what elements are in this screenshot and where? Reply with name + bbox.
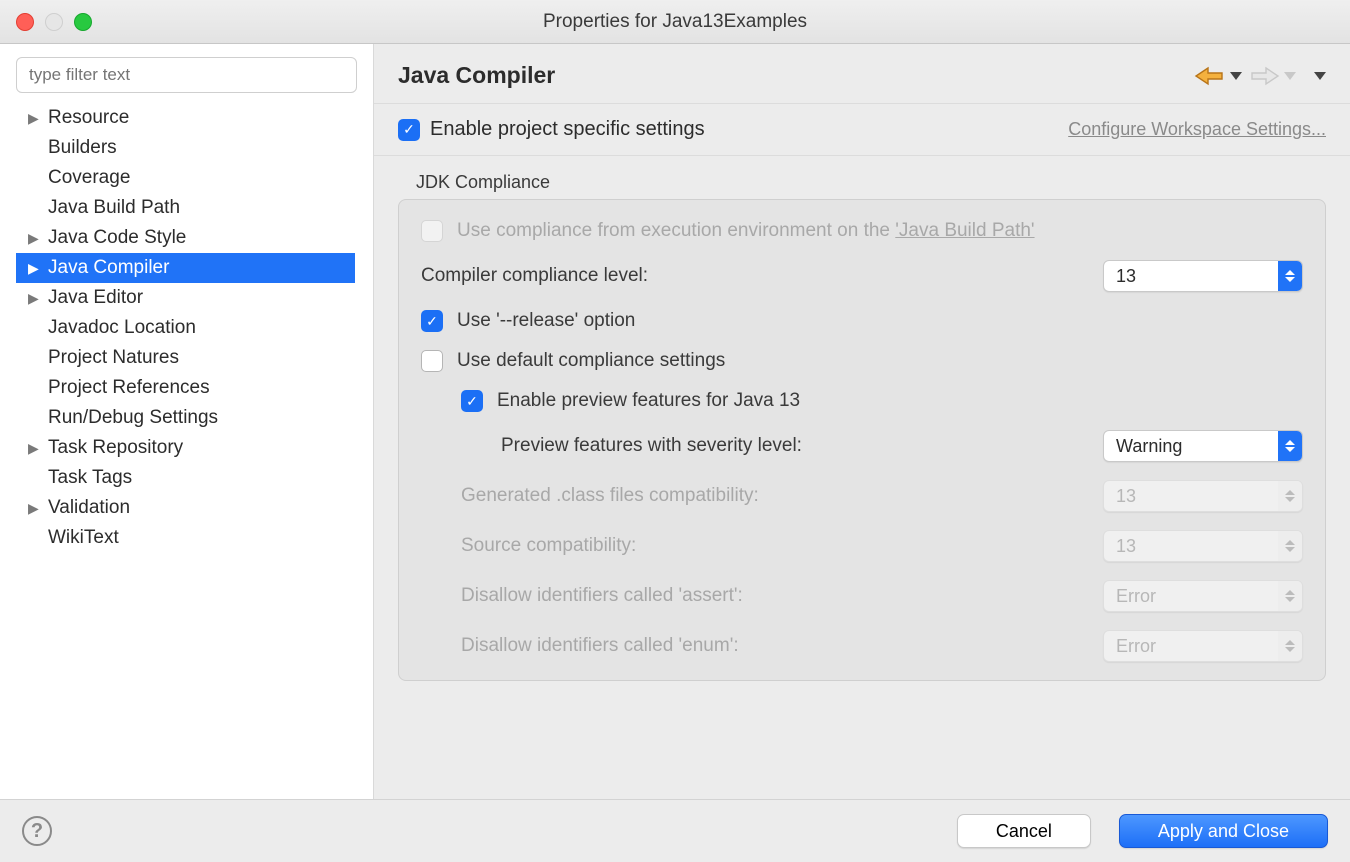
sidebar-item-label: Task Tags: [44, 467, 132, 489]
sidebar-item-label: Project Natures: [44, 347, 179, 369]
sidebar-item-label: Resource: [44, 107, 129, 129]
use-exec-env-checkbox: [421, 220, 443, 242]
enable-preview-checkbox[interactable]: ✓: [461, 390, 483, 412]
class-compat-select: 13: [1103, 480, 1303, 512]
titlebar: Properties for Java13Examples: [0, 0, 1350, 44]
sidebar-item-java-build-path[interactable]: ▶Java Build Path: [24, 193, 373, 223]
chevron-right-icon: ▶: [28, 260, 44, 277]
select-stepper-icon: [1278, 531, 1302, 561]
sidebar: ▶Resource▶Builders▶Coverage▶Java Build P…: [0, 44, 374, 799]
chevron-down-icon: [1230, 72, 1242, 80]
select-stepper-icon: [1278, 261, 1302, 291]
menu-dropdown-icon[interactable]: [1314, 72, 1326, 80]
use-release-label: Use '--release' option: [457, 310, 635, 332]
sidebar-item-label: Java Editor: [44, 287, 143, 309]
sidebar-item-coverage[interactable]: ▶Coverage: [24, 163, 373, 193]
cancel-button[interactable]: Cancel: [957, 814, 1091, 848]
sidebar-item-java-editor[interactable]: ▶Java Editor: [24, 283, 373, 313]
sidebar-item-javadoc-location[interactable]: ▶Javadoc Location: [24, 313, 373, 343]
help-button[interactable]: ?: [22, 816, 52, 846]
select-stepper-icon: [1278, 481, 1302, 511]
chevron-right-icon: ▶: [28, 440, 44, 457]
disallow-enum-select: Error: [1103, 630, 1303, 662]
chevron-right-icon: ▶: [28, 110, 44, 127]
sidebar-item-project-references[interactable]: ▶Project References: [24, 373, 373, 403]
sidebar-item-task-tags[interactable]: ▶Task Tags: [24, 463, 373, 493]
select-stepper-icon: [1278, 431, 1302, 461]
close-window-button[interactable]: [16, 13, 34, 31]
nav-icons: [1194, 65, 1326, 87]
sidebar-item-label: Run/Debug Settings: [44, 407, 218, 429]
preview-severity-select[interactable]: Warning: [1103, 430, 1303, 462]
select-stepper-icon: [1278, 581, 1302, 611]
filter-input[interactable]: [16, 57, 357, 93]
nav-back-button[interactable]: [1194, 65, 1242, 87]
select-stepper-icon: [1278, 631, 1302, 661]
arrow-left-icon: [1194, 65, 1226, 87]
sidebar-item-label: Coverage: [44, 167, 130, 189]
sidebar-item-task-repository[interactable]: ▶Task Repository: [24, 433, 373, 463]
category-tree: ▶Resource▶Builders▶Coverage▶Java Build P…: [0, 103, 373, 553]
chevron-right-icon: ▶: [28, 500, 44, 517]
sidebar-item-label: Project References: [44, 377, 210, 399]
apply-and-close-button[interactable]: Apply and Close: [1119, 814, 1328, 848]
enable-project-specific-checkbox[interactable]: ✓ Enable project specific settings: [398, 118, 705, 141]
maximize-window-button[interactable]: [74, 13, 92, 31]
java-build-path-link[interactable]: 'Java Build Path': [895, 220, 1034, 241]
disallow-assert-select: Error: [1103, 580, 1303, 612]
use-release-checkbox[interactable]: ✓: [421, 310, 443, 332]
sidebar-item-label: Validation: [44, 497, 130, 519]
disallow-assert-label: Disallow identifiers called 'assert':: [461, 585, 743, 607]
jdk-compliance-group: Use compliance from execution environmen…: [398, 199, 1326, 681]
minimize-window-button[interactable]: [45, 13, 63, 31]
chevron-right-icon: ▶: [28, 290, 44, 307]
source-compat-label: Source compatibility:: [461, 535, 636, 557]
page-title: Java Compiler: [398, 62, 555, 89]
checkbox-icon: ✓: [398, 119, 420, 141]
enable-project-specific-label: Enable project specific settings: [430, 118, 705, 141]
sidebar-item-label: Builders: [44, 137, 117, 159]
sidebar-item-label: Javadoc Location: [44, 317, 196, 339]
sidebar-item-run-debug-settings[interactable]: ▶Run/Debug Settings: [24, 403, 373, 433]
configure-workspace-link[interactable]: Configure Workspace Settings...: [1068, 119, 1326, 140]
preview-severity-label: Preview features with severity level:: [501, 435, 802, 457]
use-exec-env-label: Use compliance from execution environmen…: [457, 220, 1035, 242]
disallow-enum-label: Disallow identifiers called 'enum':: [461, 635, 739, 657]
sidebar-item-label: Java Compiler: [44, 257, 169, 279]
sidebar-item-label: Java Build Path: [44, 197, 180, 219]
use-default-compliance-label: Use default compliance settings: [457, 350, 725, 372]
enable-preview-label: Enable preview features for Java 13: [497, 390, 800, 412]
sidebar-item-label: Task Repository: [44, 437, 183, 459]
sidebar-item-label: WikiText: [44, 527, 119, 549]
chevron-right-icon: ▶: [28, 230, 44, 247]
sidebar-item-resource[interactable]: ▶Resource: [24, 103, 373, 133]
compliance-level-label: Compiler compliance level:: [421, 265, 648, 287]
chevron-down-icon: [1284, 72, 1296, 80]
sidebar-item-project-natures[interactable]: ▶Project Natures: [24, 343, 373, 373]
arrow-right-icon: [1248, 65, 1280, 87]
jdk-compliance-group-label: JDK Compliance: [398, 172, 1326, 199]
footer: ? Cancel Apply and Close: [0, 799, 1350, 862]
sidebar-item-validation[interactable]: ▶Validation: [24, 493, 373, 523]
compliance-level-select[interactable]: 13: [1103, 260, 1303, 292]
window-controls: [0, 13, 92, 31]
sidebar-item-label: Java Code Style: [44, 227, 186, 249]
sidebar-item-java-compiler[interactable]: ▶Java Compiler: [16, 253, 355, 283]
window-title: Properties for Java13Examples: [543, 11, 807, 33]
class-compat-label: Generated .class files compatibility:: [461, 485, 759, 507]
sidebar-item-builders[interactable]: ▶Builders: [24, 133, 373, 163]
source-compat-select: 13: [1103, 530, 1303, 562]
main-panel: Java Compiler ✓ Enable project specific …: [374, 44, 1350, 799]
sidebar-item-wikitext[interactable]: ▶WikiText: [24, 523, 373, 553]
sidebar-item-java-code-style[interactable]: ▶Java Code Style: [24, 223, 373, 253]
use-default-compliance-checkbox[interactable]: [421, 350, 443, 372]
nav-forward-button[interactable]: [1248, 65, 1296, 87]
